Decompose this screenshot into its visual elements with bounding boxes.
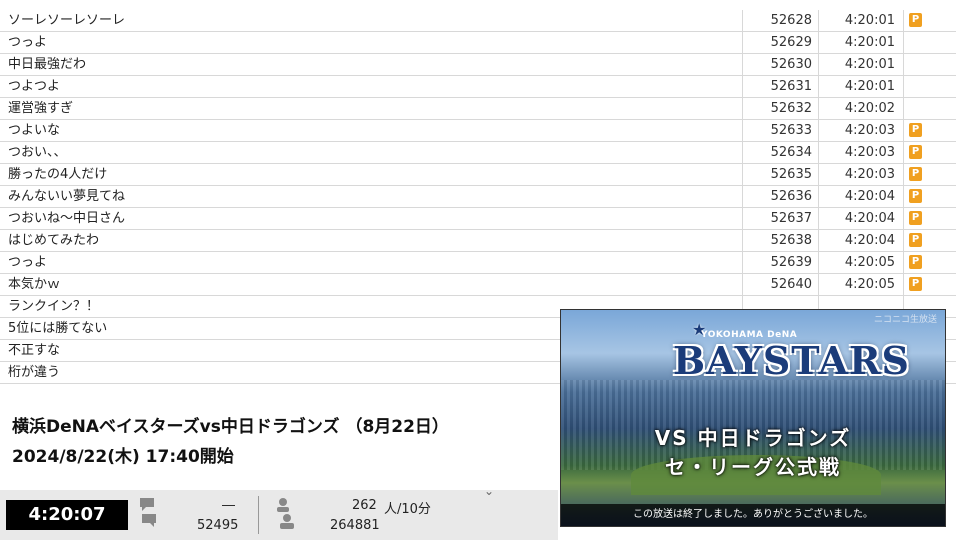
comment-number: 52632 xyxy=(743,98,819,119)
premium-badge-icon: P xyxy=(909,277,922,291)
speech-bubble-icon xyxy=(140,498,156,527)
comment-time: 4:20:03 xyxy=(819,120,904,141)
viewer-rate-unit: 人/10分 xyxy=(384,502,431,517)
comment-row[interactable]: つおいね～中日さん 52637 4:20:04 P xyxy=(0,208,956,230)
comment-text: ソーレソーレソーレ xyxy=(0,10,743,31)
comment-flag xyxy=(904,32,956,53)
premium-badge-icon: P xyxy=(909,233,922,247)
elapsed-time: 4:20:07 xyxy=(6,500,128,530)
comment-total: 52495 xyxy=(197,518,239,533)
comment-number: 52638 xyxy=(743,230,819,251)
comment-time: 4:20:01 xyxy=(819,54,904,75)
premium-badge-icon: P xyxy=(909,211,922,225)
comment-time: 4:20:05 xyxy=(819,274,904,295)
comment-row[interactable]: つっよ 52629 4:20:01 xyxy=(0,32,956,54)
comment-time: 4:20:04 xyxy=(819,230,904,251)
comment-row[interactable]: みんないい夢見てね 52636 4:20:04 P xyxy=(0,186,956,208)
comment-flag xyxy=(904,76,956,97)
comment-flag: P xyxy=(904,230,956,251)
comment-flag xyxy=(904,98,956,119)
comment-row[interactable]: 運営強すぎ 52632 4:20:02 xyxy=(0,98,956,120)
comment-time: 4:20:02 xyxy=(819,98,904,119)
comment-text: 本気かｗ xyxy=(0,274,743,295)
comment-time: 4:20:05 xyxy=(819,252,904,273)
comment-row[interactable]: つよいな 52633 4:20:03 P xyxy=(0,120,956,142)
comment-text: つっよ xyxy=(0,32,743,53)
premium-badge-icon: P xyxy=(909,123,922,137)
comment-text: つよつよ xyxy=(0,76,743,97)
program-start-time: 2024/8/22(木) 17:40開始 xyxy=(12,447,234,467)
comment-time: 4:20:04 xyxy=(819,186,904,207)
comment-time: 4:20:03 xyxy=(819,164,904,185)
comment-text: 中日最強だわ xyxy=(0,54,743,75)
comment-number: 52629 xyxy=(743,32,819,53)
premium-badge-icon: P xyxy=(909,167,922,181)
comment-row[interactable]: つおい、、 52634 4:20:03 P xyxy=(0,142,956,164)
comment-row[interactable]: 勝ったの4人だけ 52635 4:20:03 P xyxy=(0,164,956,186)
comment-flag: P xyxy=(904,10,956,31)
comment-number: 52633 xyxy=(743,120,819,141)
viewer-rate: 262 xyxy=(352,498,377,513)
divider xyxy=(258,496,259,534)
comment-time: 4:20:01 xyxy=(819,76,904,97)
comment-text: 運営強すぎ xyxy=(0,98,743,119)
comment-row[interactable]: つよつよ 52631 4:20:01 xyxy=(0,76,956,98)
comment-text: みんないい夢見てね xyxy=(0,186,743,207)
comment-text: つよいな xyxy=(0,120,743,141)
comment-text: つっよ xyxy=(0,252,743,273)
comment-number: 52628 xyxy=(743,10,819,31)
comment-number: 52631 xyxy=(743,76,819,97)
comment-row[interactable]: 中日最強だわ 52630 4:20:01 xyxy=(0,54,956,76)
comment-rate: ― xyxy=(222,498,235,513)
comment-text: つおい、、 xyxy=(0,142,743,163)
comment-row[interactable]: つっよ 52639 4:20:05 P xyxy=(0,252,956,274)
status-bar: ⌄ 4:20:07 ― 52495 262 人/10分 264881 xyxy=(0,484,558,540)
program-info: 横浜DeNAベイスターズvs中日ドラゴンズ （8月22日） 2024/8/22(… xyxy=(12,412,552,472)
person-icon xyxy=(277,498,294,529)
comment-time: 4:20:01 xyxy=(819,10,904,31)
comment-text: つおいね～中日さん xyxy=(0,208,743,229)
comment-flag: P xyxy=(904,208,956,229)
comment-number: 52635 xyxy=(743,164,819,185)
comment-row[interactable]: ソーレソーレソーレ 52628 4:20:01 P xyxy=(0,10,956,32)
comment-number: 52639 xyxy=(743,252,819,273)
matchup-text: VS 中日ドラゴンズ xyxy=(654,426,852,450)
comment-flag: P xyxy=(904,252,956,273)
comment-time: 4:20:01 xyxy=(819,32,904,53)
broadcast-watermark: ニコニコ生放送 xyxy=(873,315,937,325)
viewer-total: 264881 xyxy=(330,518,380,533)
comment-time: 4:20:03 xyxy=(819,142,904,163)
premium-badge-icon: P xyxy=(909,255,922,269)
premium-badge-icon: P xyxy=(909,13,922,27)
comment-flag: P xyxy=(904,164,956,185)
broadcast-ended-message: この放送は終了しました。ありがとうございました。 xyxy=(561,504,945,526)
video-player[interactable]: ニコニコ生放送 ★ YOKOHAMA DeNA BAYSTARS VS 中日ドラ… xyxy=(560,309,946,527)
comment-row[interactable]: 本気かｗ 52640 4:20:05 P xyxy=(0,274,956,296)
premium-badge-icon: P xyxy=(909,145,922,159)
comment-number: 52640 xyxy=(743,274,819,295)
comment-number: 52636 xyxy=(743,186,819,207)
comment-flag xyxy=(904,54,956,75)
team-logo: BAYSTARS xyxy=(673,338,910,383)
comment-text: 勝ったの4人だけ xyxy=(0,164,743,185)
chevron-down-icon[interactable]: ⌄ xyxy=(484,484,494,498)
comment-flag: P xyxy=(904,186,956,207)
league-text: セ・リーグ公式戦 xyxy=(665,455,841,479)
comment-number: 52630 xyxy=(743,54,819,75)
comment-text: はじめてみたわ xyxy=(0,230,743,251)
comment-flag: P xyxy=(904,274,956,295)
premium-badge-icon: P xyxy=(909,189,922,203)
comment-time: 4:20:04 xyxy=(819,208,904,229)
comment-number: 52634 xyxy=(743,142,819,163)
comment-row[interactable]: はじめてみたわ 52638 4:20:04 P xyxy=(0,230,956,252)
program-title: 横浜DeNAベイスターズvs中日ドラゴンズ （8月22日） xyxy=(12,417,449,437)
comment-flag: P xyxy=(904,142,956,163)
comment-number: 52637 xyxy=(743,208,819,229)
comment-flag: P xyxy=(904,120,956,141)
